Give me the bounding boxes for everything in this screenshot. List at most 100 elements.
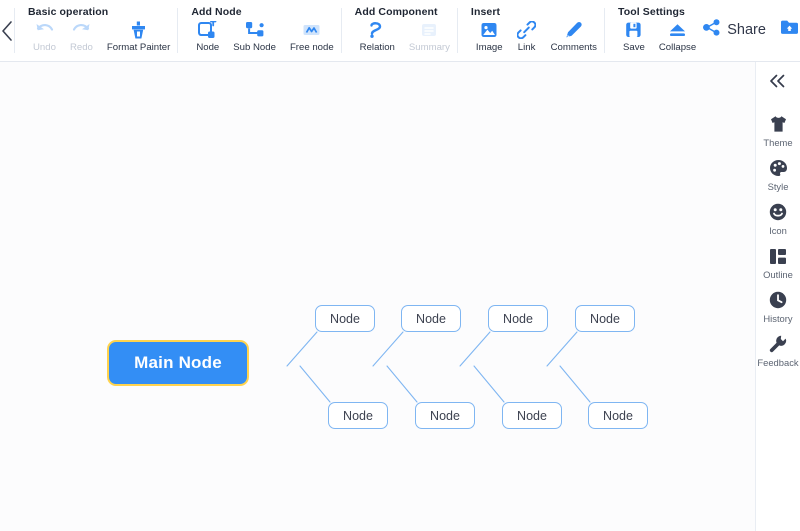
sidebar-item-label: Feedback — [757, 357, 799, 368]
toolbar-group-add-component: Add Component Relation Summary — [340, 0, 457, 61]
sidebar-collapse-button[interactable] — [756, 62, 800, 104]
toolbar-button-label: Redo — [69, 42, 93, 53]
node-label: Node — [503, 311, 533, 326]
fishbone-connectors — [249, 331, 680, 403]
main-node-label: Main Node — [134, 353, 222, 372]
toolbar-button-label: Image — [475, 42, 503, 53]
sidebar-item-history[interactable]: History — [756, 290, 800, 324]
export-button[interactable]: Export — [780, 19, 800, 41]
save-disk-icon — [625, 20, 642, 39]
node-label: Node — [416, 311, 446, 326]
node-label: Node — [430, 408, 460, 423]
fishbone-node-top-1[interactable]: Node — [315, 305, 375, 332]
toolbar-button-image[interactable]: Image — [469, 20, 510, 53]
fishbone-main-node[interactable]: Main Node — [107, 340, 249, 386]
toolbar-button-sub-node[interactable]: Sub Node — [226, 20, 283, 53]
toolbar-button-label: Format Painter — [106, 42, 171, 53]
sidebar-item-feedback[interactable]: Feedback — [756, 334, 800, 368]
toolbar-button-free-node[interactable]: Free node — [283, 20, 341, 53]
top-toolbar: Basic operation Undo Redo Format Painter Add… — [0, 0, 800, 62]
toolbar-group-title: Basic operation — [28, 6, 109, 18]
tshirt-icon — [769, 114, 788, 134]
redo-arrow-icon — [72, 20, 91, 39]
mindmap-canvas[interactable]: Node Node Node Node Node Node Node Node Main Nod… — [0, 62, 755, 531]
toolbar-button-label: Relation — [359, 42, 395, 53]
toolbar-button-label: Link — [517, 42, 536, 53]
mindmap-app-window: Basic operation Undo Redo Format Painter Add… — [0, 0, 800, 531]
sidebar-item-outline[interactable]: Outline — [756, 246, 800, 280]
node-label: Node — [590, 311, 620, 326]
share-button[interactable]: Share — [703, 18, 766, 41]
toolbar-button-label: Collapse — [658, 42, 697, 53]
toolbar-button-label: Free node — [289, 42, 334, 53]
share-icon — [703, 18, 721, 41]
outline-layout-icon — [769, 246, 787, 266]
toolbar-button-label: Save — [622, 42, 645, 53]
node-label: Node — [603, 408, 633, 423]
collapse-icon — [668, 20, 687, 39]
fishbone-node-bottom-3[interactable]: Node — [502, 402, 562, 429]
sidebar-item-label: History — [763, 313, 793, 324]
comments-pen-icon — [564, 20, 583, 39]
fishbone-node-bottom-1[interactable]: Node — [328, 402, 388, 429]
toolbar-button-undo: Undo — [26, 20, 63, 53]
toolbar-button-label: Sub Node — [233, 42, 276, 53]
fishbone-node-bottom-2[interactable]: Node — [415, 402, 475, 429]
sidebar-item-label: Style — [767, 181, 789, 192]
palette-icon — [769, 158, 788, 178]
back-button[interactable] — [0, 0, 14, 61]
toolbar-actions: Share Export — [703, 0, 800, 61]
share-label: Share — [727, 21, 766, 38]
node-label: Node — [517, 408, 547, 423]
toolbar-button-comments[interactable]: Comments — [544, 20, 604, 53]
toolbar-group-add-node: Add Node Node Sub Node Free node — [177, 0, 340, 61]
image-icon — [480, 20, 498, 39]
toolbar-button-redo: Redo — [63, 20, 100, 53]
fishbone-node-top-2[interactable]: Node — [401, 305, 461, 332]
node-label: Node — [330, 311, 360, 326]
sidebar-item-theme[interactable]: Theme — [756, 114, 800, 148]
toolbar-group-items: Relation Summary — [353, 20, 457, 53]
toolbar-button-node[interactable]: Node — [189, 20, 226, 53]
double-chevron-left-icon — [768, 74, 788, 93]
toolbar-button-label: Summary — [408, 42, 450, 53]
toolbar-button-label: Node — [196, 42, 220, 53]
toolbar-group-title: Insert — [470, 6, 501, 18]
toolbar-group-title: Add Node — [191, 6, 242, 18]
toolbar-group-title: Add Component — [354, 6, 438, 18]
toolbar-group-items: Save Collapse — [616, 20, 703, 53]
toolbar-button-format-painter[interactable]: Format Painter — [100, 20, 177, 53]
right-sidebar: Theme Style Icon Outline History Feedback — [755, 62, 800, 531]
fishbone-node-top-4[interactable]: Node — [575, 305, 635, 332]
fishbone-node-bottom-4[interactable]: Node — [588, 402, 648, 429]
chevron-left-icon — [0, 20, 14, 42]
sidebar-item-icon[interactable]: Icon — [756, 202, 800, 236]
add-node-icon — [198, 20, 217, 39]
toolbar-button-collapse[interactable]: Collapse — [652, 20, 703, 53]
add-sub-node-icon — [245, 20, 265, 39]
toolbar-group-items: Undo Redo Format Painter — [26, 20, 177, 53]
sidebar-item-label: Theme — [763, 137, 793, 148]
link-icon — [517, 20, 537, 39]
toolbar-button-link[interactable]: Link — [510, 20, 544, 53]
sidebar-item-style[interactable]: Style — [756, 158, 800, 192]
toolbar-group-basic-operation: Basic operation Undo Redo Format Painter — [14, 0, 177, 61]
undo-arrow-icon — [35, 20, 54, 39]
toolbar-button-label: Undo — [33, 42, 56, 53]
toolbar-group-insert: Insert Image Link Comments — [456, 0, 604, 61]
node-label: Node — [343, 408, 373, 423]
export-folder-icon — [780, 19, 799, 41]
toolbar-button-relation[interactable]: Relation — [353, 20, 402, 53]
smiley-icon — [769, 202, 787, 222]
wrench-icon — [769, 334, 787, 354]
sidebar-item-label: Icon — [769, 225, 787, 236]
toolbar-group-items: Image Link Comments — [469, 20, 604, 53]
toolbar-button-save[interactable]: Save — [616, 20, 652, 53]
relation-icon — [368, 20, 386, 39]
fishbone-node-top-3[interactable]: Node — [488, 305, 548, 332]
toolbar-group-tool-settings: Tool Settings Save Collapse — [603, 0, 703, 61]
toolbar-button-summary: Summary — [402, 20, 457, 53]
clock-icon — [769, 290, 787, 310]
format-painter-icon — [129, 20, 148, 39]
sidebar-item-label: Outline — [763, 269, 793, 280]
